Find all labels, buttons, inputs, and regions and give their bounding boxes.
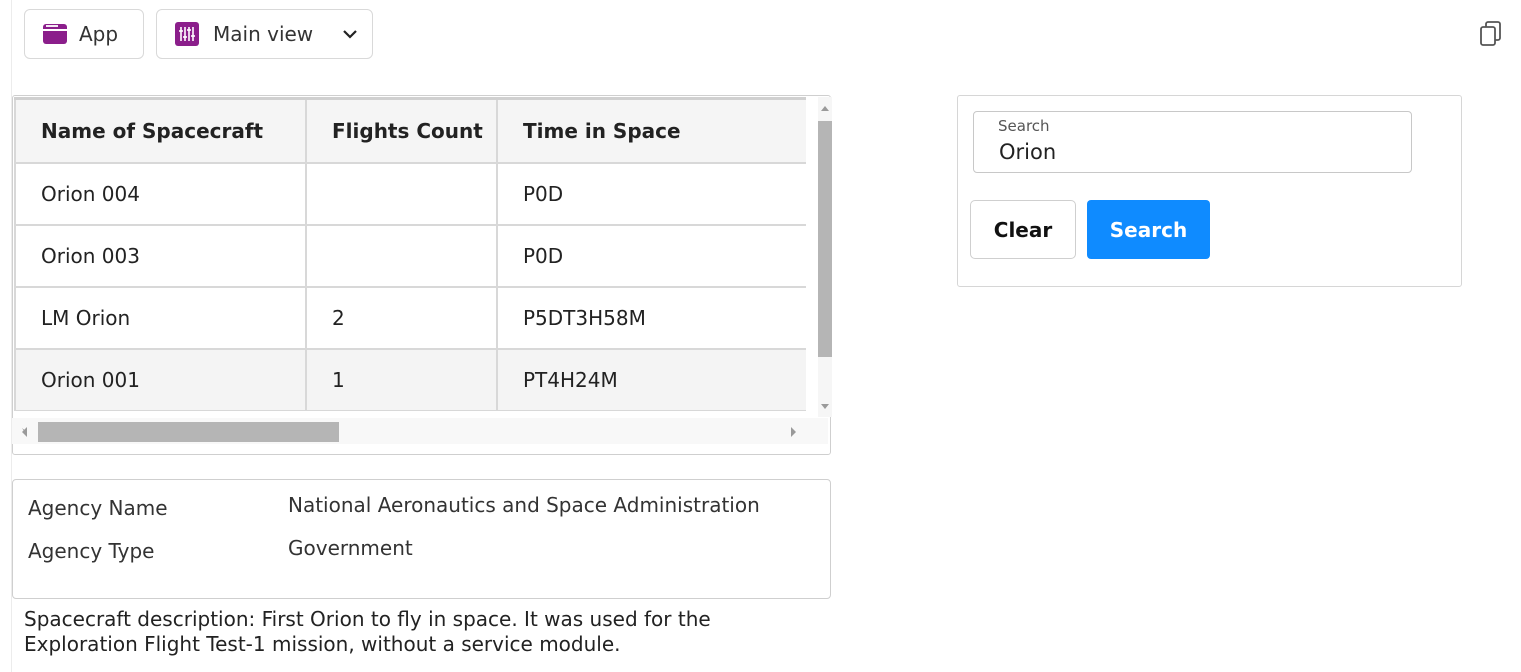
table-row[interactable]: Orion 001 1 PT4H24M (14, 347, 806, 411)
cell-flights (305, 161, 498, 226)
clear-button[interactable]: Clear (970, 200, 1076, 259)
agency-name-value: National Aeronautics and Space Administr… (288, 493, 760, 517)
cell-empty (496, 409, 806, 411)
horizontal-scrollbar[interactable] (12, 418, 828, 444)
cell-flights: 2 (305, 285, 498, 350)
search-panel: Search Orion Clear Search (957, 95, 1462, 287)
cell-flights: 1 (305, 347, 498, 411)
app-button[interactable]: App (24, 9, 144, 59)
cell-time: PT4H24M (496, 347, 806, 411)
cell-name: Orion 004 (14, 161, 307, 226)
cell-empty (305, 409, 498, 411)
scroll-up-icon[interactable] (821, 106, 829, 111)
cell-time: P0D (496, 161, 806, 226)
spacecraft-description: Spacecraft description: First Orion to f… (24, 607, 711, 656)
scroll-right-icon[interactable] (791, 427, 796, 437)
table-header-row: Name of Spacecraft Flights Count Time in… (14, 97, 806, 164)
chevron-down-icon (342, 29, 358, 39)
agency-type-label: Agency Type (28, 539, 155, 563)
agency-details-panel: Agency Name National Aeronautics and Spa… (12, 479, 831, 599)
table-row[interactable]: Orion 003 P0D (14, 223, 806, 288)
agency-type-value: Government (288, 536, 413, 560)
table-row[interactable]: Orion 004 P0D (14, 161, 806, 226)
spacecraft-table: Name of Spacecraft Flights Count Time in… (14, 97, 806, 411)
search-button[interactable]: Search (1087, 200, 1210, 259)
cell-name: Orion 003 (14, 223, 307, 288)
spacecraft-table-panel: Name of Spacecraft Flights Count Time in… (12, 95, 832, 455)
vertical-scrollbar[interactable] (818, 97, 832, 417)
column-header-name[interactable]: Name of Spacecraft (14, 97, 307, 164)
column-header-flights[interactable]: Flights Count (305, 97, 498, 164)
copy-icon[interactable] (1478, 20, 1504, 48)
column-header-time[interactable]: Time in Space (496, 97, 806, 164)
app-window-icon (43, 24, 67, 44)
horizontal-scroll-thumb[interactable] (38, 422, 339, 442)
view-selector[interactable]: Main view (156, 9, 373, 59)
agency-name-label: Agency Name (28, 496, 168, 520)
cell-name: Orion 001 (14, 347, 307, 411)
view-selector-label: Main view (213, 22, 314, 46)
table-row[interactable] (14, 409, 806, 411)
cell-time: P5DT3H58M (496, 285, 806, 350)
search-input-value[interactable]: Orion (999, 140, 1056, 164)
cell-empty (14, 409, 307, 411)
app-button-label: App (79, 22, 119, 46)
scroll-left-arrow[interactable] (22, 427, 27, 437)
vertical-scroll-thumb[interactable] (818, 121, 832, 357)
cell-time: P0D (496, 223, 806, 288)
table-row[interactable]: LM Orion 2 P5DT3H58M (14, 285, 806, 350)
sliders-icon (175, 22, 199, 46)
cell-name: LM Orion (14, 285, 307, 350)
cell-flights (305, 223, 498, 288)
scroll-down-icon[interactable] (821, 404, 829, 409)
search-input[interactable]: Search Orion (973, 111, 1412, 173)
search-input-label: Search (998, 117, 1050, 135)
spacecraft-grid: Name of Spacecraft Flights Count Time in… (14, 97, 806, 411)
